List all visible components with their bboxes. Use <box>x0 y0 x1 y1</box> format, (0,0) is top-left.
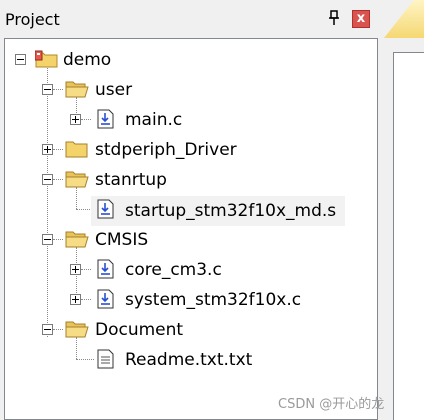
tree-connector <box>53 89 63 90</box>
tree-item-label: stanrtup <box>95 170 167 190</box>
collapse-toggle[interactable] <box>15 54 26 65</box>
text-file-icon <box>97 349 114 369</box>
watermark: CSDN @开心的龙 <box>278 397 385 412</box>
collapse-toggle[interactable] <box>42 324 53 335</box>
tree-connector <box>76 359 94 360</box>
tree-item-label: user <box>95 80 133 100</box>
tree-item-label: system_stm32f10x.c <box>125 290 302 310</box>
tree-item-label: startup_stm32f10x_md.s <box>125 201 337 221</box>
folder-icon <box>65 141 88 158</box>
collapse-toggle[interactable] <box>42 174 53 185</box>
tree-item-label: Readme.txt.txt <box>125 350 253 370</box>
project-panel-header: Project x <box>0 0 378 38</box>
pin-icon[interactable] <box>326 10 342 28</box>
tree-connector <box>53 239 63 240</box>
tree-item-label: CMSIS <box>95 230 149 250</box>
panel-title: Project <box>5 10 60 29</box>
tree-connector <box>81 269 91 270</box>
folder-open-icon <box>65 321 89 338</box>
source-file-icon <box>97 109 114 129</box>
tree-item-label: main.c <box>125 110 183 130</box>
close-icon: x <box>356 11 366 26</box>
tree-item-startup-file[interactable]: startup_stm32f10x_md.s <box>91 196 345 226</box>
expand-toggle[interactable] <box>70 294 81 305</box>
tree-connector <box>53 149 63 150</box>
tree-item-label: Document <box>95 320 184 340</box>
tree-item-label: core_cm3.c <box>125 260 222 280</box>
folder-open-icon <box>65 81 89 98</box>
tree-item-label: demo <box>63 50 112 70</box>
expand-toggle[interactable] <box>70 264 81 275</box>
editor-pane <box>393 52 424 420</box>
tree-item-label: stdperiph_Driver <box>95 140 237 160</box>
tree-connector <box>81 299 91 300</box>
collapse-toggle[interactable] <box>42 234 53 245</box>
close-button[interactable]: x <box>352 10 370 28</box>
collapse-toggle[interactable] <box>42 84 53 95</box>
tree-connector <box>47 65 48 337</box>
folder-open-icon <box>65 171 89 188</box>
tree-connector <box>53 179 63 180</box>
project-folder-icon <box>35 50 58 68</box>
expand-toggle[interactable] <box>70 114 81 125</box>
project-tree: demo user main.c stdperiph_Driver stanrt… <box>4 38 378 420</box>
source-file-icon <box>97 289 114 309</box>
expand-toggle[interactable] <box>42 144 53 155</box>
source-file-icon <box>97 199 114 219</box>
source-file-icon <box>97 259 114 279</box>
tree-connector <box>76 337 77 359</box>
tree-connector <box>81 119 91 120</box>
tree-connector <box>76 187 77 209</box>
tree-connector <box>53 329 63 330</box>
folder-open-icon <box>65 231 89 248</box>
